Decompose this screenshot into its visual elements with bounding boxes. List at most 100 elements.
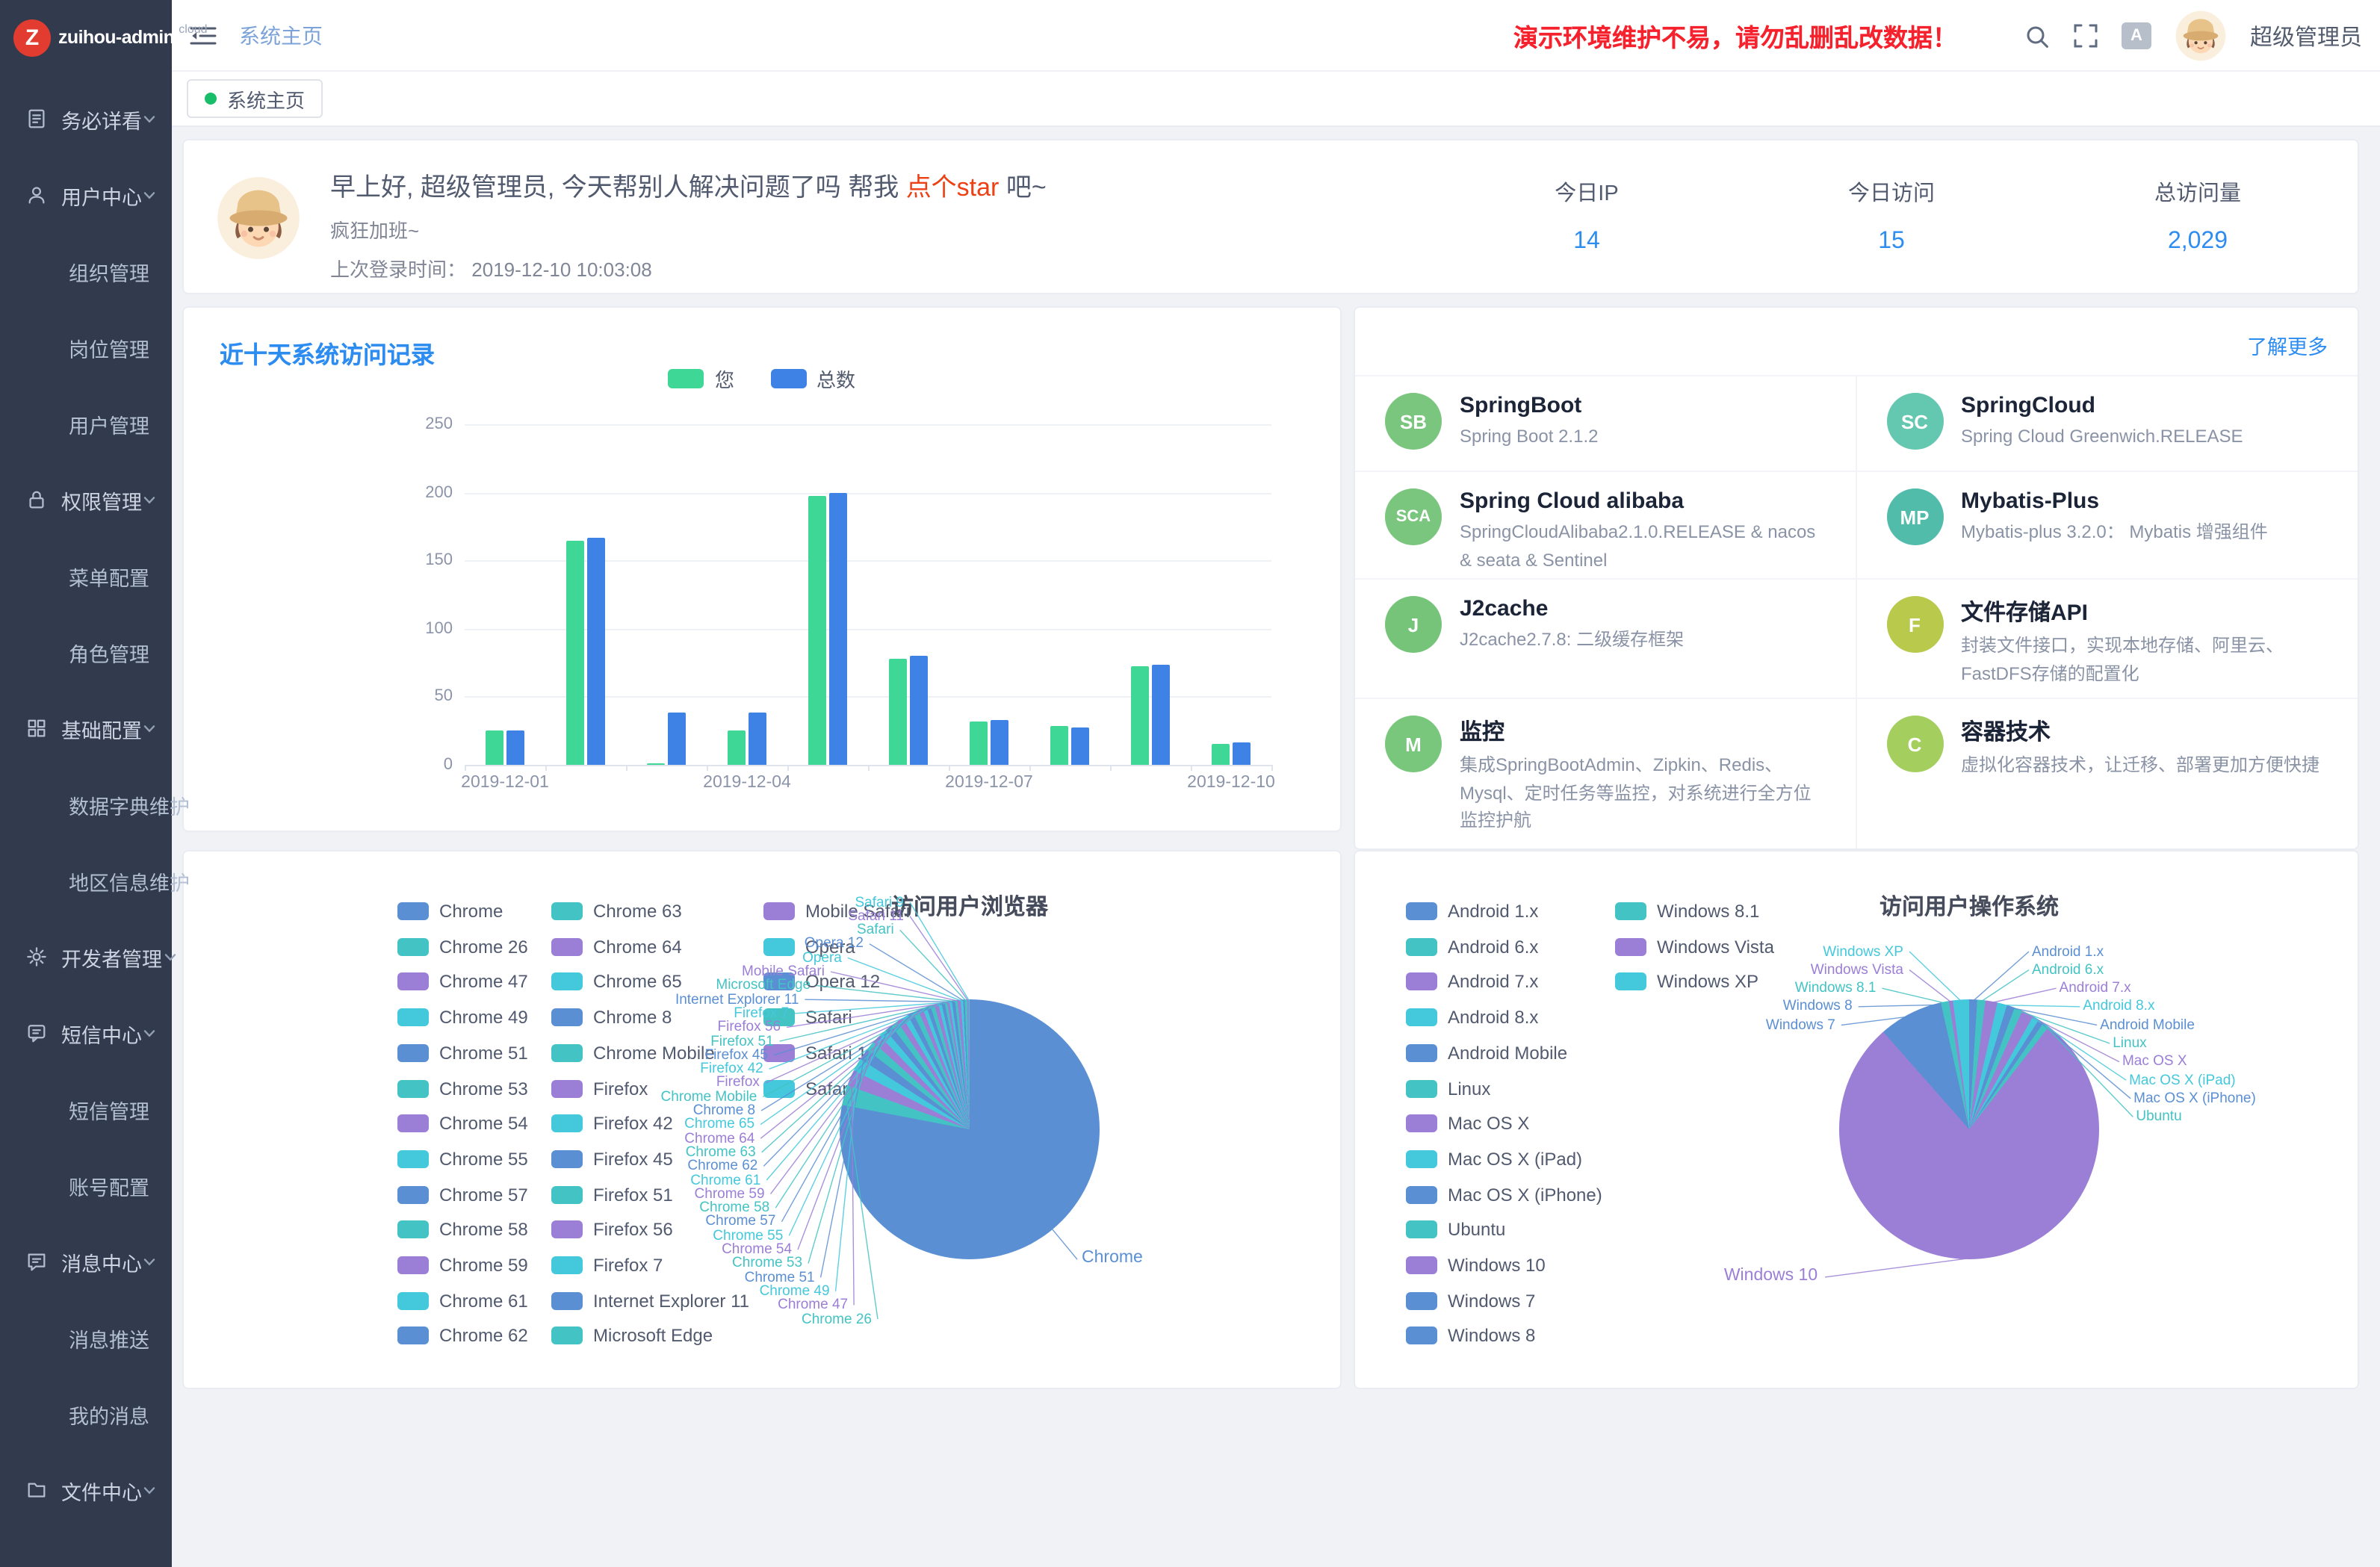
bar-您-2019-12-07 [970,722,988,765]
legend-item-chrome-49[interactable]: Chrome 49 [397,1005,528,1029]
breadcrumb[interactable]: 系统主页 [239,20,323,50]
legend-item-chrome-53[interactable]: Chrome 53 [397,1076,528,1100]
star-link[interactable]: 点个star [906,173,1000,202]
legend-item-chrome[interactable]: Chrome [397,899,503,923]
fullscreen-icon[interactable] [2074,24,2098,48]
app-logo[interactable]: Z zuihou-admin cloud [0,0,172,75]
legend-item-ubuntu[interactable]: Ubuntu [1406,1218,1505,1242]
legend-label: Safari [805,1007,852,1028]
legend-item-mac-os-x[interactable]: Mac OS X [1406,1111,1529,1135]
user-avatar[interactable] [2175,10,2226,61]
sidebar-item-5[interactable]: 权限管理 [0,462,172,538]
bar-总数-2019-12-01 [506,730,524,765]
bar-您-2019-12-04 [728,730,746,765]
legend-item-internet-explorer-11[interactable]: Internet Explorer 11 [551,1288,749,1312]
chevron-down-icon [162,949,177,964]
legend-item-firefox-45[interactable]: Firefox 45 [551,1147,673,1171]
legend-item-chrome-58[interactable]: Chrome 58 [397,1218,528,1242]
sidebar-item-13[interactable]: 短信管理 [0,1071,172,1147]
legend-item-total[interactable]: 总数 [770,364,855,393]
tab-home[interactable]: 系统主页 [187,79,323,118]
legend-swatch [763,937,795,955]
legend-swatch [1406,1150,1437,1168]
visits-chart-legend: 您 总数 [184,364,1340,393]
legend-swatch [1406,902,1437,920]
legend-item-android-6-x[interactable]: Android 6.x [1406,934,1538,958]
legend-item-firefox-7[interactable]: Firefox 7 [551,1253,663,1277]
legend-item-you[interactable]: 您 [669,364,734,393]
legend-item-chrome-8[interactable]: Chrome 8 [551,1005,672,1029]
welcome-avatar [217,176,300,260]
sidebar-item-18[interactable]: 文件中心 [0,1452,172,1528]
tech-item-title: SpringCloud [1961,393,2249,418]
legend-swatch [551,973,583,991]
legend-item-linux[interactable]: Linux [1406,1076,1490,1100]
sidebar-item-16[interactable]: 消息推送 [0,1300,172,1376]
greeting: 早上好, 超级管理员, 今天帮别人解决问题了吗 帮我 点个star 吧~ [330,166,1047,203]
legend-item-firefox-56[interactable]: Firefox 56 [551,1218,673,1242]
font-size-icon[interactable]: A [2122,22,2151,49]
sidebar-item-8[interactable]: 基础配置 [0,690,172,766]
legend-item-microsoft-edge[interactable]: Microsoft Edge [551,1324,713,1348]
sidebar-item-label: 消息中心 [61,1247,142,1276]
legend-item-chrome-mobile[interactable]: Chrome Mobile [551,1041,715,1065]
legend-item-chrome-54[interactable]: Chrome 54 [397,1111,528,1135]
stat-label: 今日访问 [1794,176,1989,208]
legend-item-android-1-x[interactable]: Android 1.x [1406,899,1538,923]
legend-item-chrome-62[interactable]: Chrome 62 [397,1324,528,1348]
sidebar-item-17[interactable]: 我的消息 [0,1376,172,1452]
legend-swatch [551,1256,583,1274]
lock-icon [25,488,48,511]
sidebar-item-0[interactable]: 务必详看 [0,81,172,157]
search-icon[interactable] [2024,23,2050,49]
legend-item-chrome-65[interactable]: Chrome 65 [551,970,682,994]
legend-item-chrome-63[interactable]: Chrome 63 [551,899,682,923]
legend-item-mac-os-x-iphone-[interactable]: Mac OS X (iPhone) [1406,1182,1602,1206]
sidebar-item-6[interactable]: 菜单配置 [0,538,172,614]
sidebar-item-3[interactable]: 岗位管理 [0,309,172,385]
legend-item-firefox-42[interactable]: Firefox 42 [551,1111,673,1135]
username[interactable]: 超级管理员 [2250,20,2362,52]
legend-item-windows-10[interactable]: Windows 10 [1406,1253,1546,1277]
legend-item-chrome-57[interactable]: Chrome 57 [397,1182,528,1206]
legend-item-firefox-51[interactable]: Firefox 51 [551,1182,673,1206]
legend-item-chrome-59[interactable]: Chrome 59 [397,1253,528,1277]
legend-swatch [397,1150,429,1168]
legend-item-windows-vista[interactable]: Windows Vista [1615,934,1774,958]
legend-item-windows-xp[interactable]: Windows XP [1615,970,1758,994]
sidebar-item-14[interactable]: 账号配置 [0,1147,172,1223]
sidebar-item-2[interactable]: 组织管理 [0,233,172,309]
sidebar-item-15[interactable]: 消息中心 [0,1223,172,1300]
legend-item-chrome-26[interactable]: Chrome 26 [397,934,528,958]
sidebar-item-9[interactable]: 数据字典维护 [0,766,172,843]
sidebar-item-12[interactable]: 短信中心 [0,995,172,1071]
learn-more-link[interactable]: 了解更多 [2247,330,2328,360]
legend-swatch [1406,1044,1437,1062]
tech-item-0: SBSpringBootSpring Boot 2.1.2 [1355,376,1856,472]
legend-item-windows-7[interactable]: Windows 7 [1406,1288,1535,1312]
chevron-down-icon [142,1025,157,1040]
sidebar-item-7[interactable]: 角色管理 [0,614,172,690]
legend-item-firefox[interactable]: Firefox [551,1076,648,1100]
legend-item-chrome-47[interactable]: Chrome 47 [397,970,528,994]
legend-item-android-8-x[interactable]: Android 8.x [1406,1005,1538,1029]
sidebar-item-1[interactable]: 用户中心 [0,157,172,233]
tech-item-text: J2cacheJ2cache2.7.8: 二级缓存框架 [1460,596,1690,698]
sidebar-item-10[interactable]: 地区信息维护 [0,843,172,919]
sidebar-item-label: 权限管理 [61,485,142,515]
legend-item-android-mobile[interactable]: Android Mobile [1406,1041,1567,1065]
tech-item-avatar: SB [1385,393,1442,450]
legend-item-chrome-51[interactable]: Chrome 51 [397,1041,528,1065]
y-axis-label: 200 [387,483,453,501]
sidebar-item-label: 账号配置 [69,1170,149,1200]
legend-item-chrome-61[interactable]: Chrome 61 [397,1288,528,1312]
sidebar: Z zuihou-admin cloud 务必详看用户中心组织管理岗位管理用户管… [0,0,172,1567]
legend-item-chrome-55[interactable]: Chrome 55 [397,1147,528,1171]
legend-item-android-7-x[interactable]: Android 7.x [1406,970,1538,994]
legend-item-windows-8[interactable]: Windows 8 [1406,1324,1535,1348]
sidebar-item-11[interactable]: 开发者管理 [0,919,172,995]
legend-item-chrome-64[interactable]: Chrome 64 [551,934,682,958]
legend-item-mac-os-x-ipad-[interactable]: Mac OS X (iPad) [1406,1147,1582,1171]
sidebar-item-4[interactable]: 用户管理 [0,385,172,462]
legend-item-windows-8-1[interactable]: Windows 8.1 [1615,899,1759,923]
